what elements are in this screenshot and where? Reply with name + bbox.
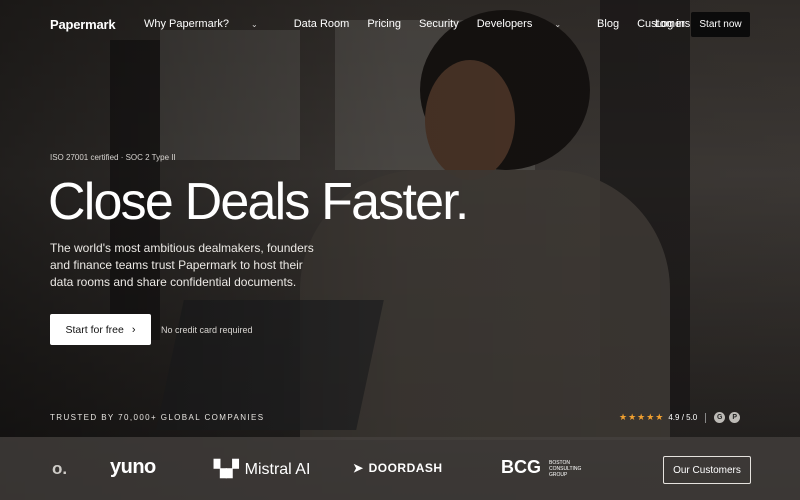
nav-menu: Why Papermark? ⌄ Data Room Pricing Securi… <box>144 18 708 30</box>
customer-logo-doordash: ➤ DOORDASH <box>353 461 443 475</box>
hero-headline: Close Deals Faster. <box>48 173 469 231</box>
customer-logo-yuno: yuno <box>110 456 156 478</box>
hero-subheadline: The world's most ambitious dealmakers, f… <box>50 241 314 289</box>
chevron-right-icon: › <box>131 323 136 336</box>
start-for-free-button[interactable]: Start for free › <box>50 314 151 345</box>
login-link[interactable]: Log in <box>655 18 685 30</box>
producthunt-badge-icon: P <box>729 412 741 423</box>
rating-value: 4.9 / 5.0 <box>668 413 698 422</box>
star-rating-icon: ★★★★★ <box>619 412 665 422</box>
chevron-down-icon: ⌄ <box>250 20 258 29</box>
our-customers-button[interactable]: Our Customers <box>663 456 751 484</box>
mistral-icon: ▚▞ <box>214 461 239 478</box>
bcg-tagline: BOSTON CONSULTING GROUP <box>549 460 582 478</box>
customer-logo-partial: o. <box>52 459 68 478</box>
doordash-icon: ➤ <box>353 461 364 475</box>
hero-section: Papermark Why Papermark? ⌄ Data Room Pric… <box>0 0 800 500</box>
certifications-text: ISO 27001 certified · SOC 2 Type II <box>50 153 176 162</box>
start-now-button[interactable]: Start now <box>691 12 750 37</box>
no-credit-card-note: No credit card required <box>161 325 253 335</box>
chevron-down-icon: ⌄ <box>554 20 562 29</box>
nav-item-security[interactable]: Security <box>419 18 459 30</box>
trusted-by-text: TRUSTED BY 70,000+ GLOBAL COMPANIES <box>50 413 265 422</box>
top-navigation: Papermark Why Papermark? ⌄ Data Room Pric… <box>0 0 800 50</box>
nav-item-pricing[interactable]: Pricing <box>367 18 401 30</box>
nav-item-data-room[interactable]: Data Room <box>294 18 350 30</box>
g2-badge-icon: G <box>714 412 726 423</box>
divider <box>705 412 707 423</box>
customer-logo-mistral: ▚▞ Mistral AI <box>214 461 311 478</box>
nav-item-developers[interactable]: Developers ⌄ <box>477 18 579 30</box>
nav-item-blog[interactable]: Blog <box>597 18 619 30</box>
nav-item-why-papermark[interactable]: Why Papermark? ⌄ <box>144 18 276 30</box>
papermark-logo[interactable]: Papermark <box>50 17 116 32</box>
rating-summary: ★★★★★ 4.9 / 5.0 G P <box>619 412 741 423</box>
customer-logo-bcg: BCG <box>501 457 541 477</box>
